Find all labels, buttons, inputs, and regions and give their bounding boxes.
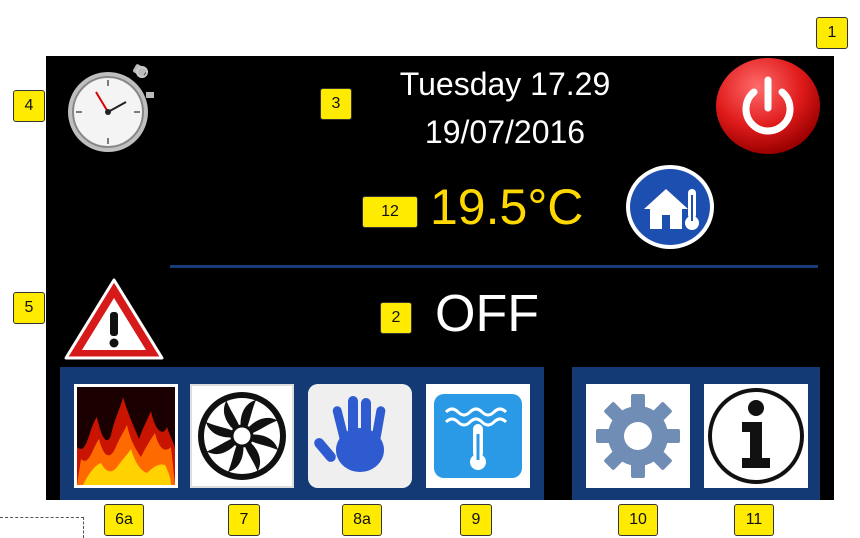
manual-mode-button[interactable]: [308, 384, 412, 488]
divider: [170, 265, 818, 268]
stopwatch-icon[interactable]: [62, 62, 162, 154]
room-temperature: 19.5°C: [430, 179, 584, 235]
gear-icon: [586, 384, 690, 488]
info-button[interactable]: [704, 384, 808, 488]
callout-info: 11: [734, 504, 774, 536]
info-icon: [704, 384, 808, 488]
callout-settings: 10: [618, 504, 658, 536]
callout-fan: 7: [228, 504, 260, 536]
callout-timer: 4: [13, 90, 45, 122]
fire-icon: [77, 387, 175, 485]
fan-icon: [192, 386, 292, 486]
warning-icon[interactable]: [62, 276, 166, 362]
callout-status: 2: [380, 302, 412, 334]
callout-temperature: 12: [362, 196, 418, 228]
power-button[interactable]: [714, 56, 822, 156]
callout-manual: 8a: [342, 504, 382, 536]
settings-button[interactable]: [586, 384, 690, 488]
page-corner-box: [0, 517, 84, 538]
water-thermometer-icon: [426, 384, 530, 488]
fan-mode-button[interactable]: [190, 384, 294, 488]
date-label: 19/07/2016: [424, 114, 586, 150]
house-thermometer-icon[interactable]: [624, 163, 716, 251]
status-text: OFF: [435, 285, 539, 343]
water-heating-button[interactable]: [426, 384, 530, 488]
callout-fire: 6a: [104, 504, 144, 536]
day-time-label: Tuesday 17.29: [399, 66, 611, 102]
callout-water: 9: [460, 504, 492, 536]
fire-mode-button[interactable]: [74, 384, 178, 488]
callout-power: 1: [816, 17, 848, 49]
hand-icon: [308, 384, 412, 488]
callout-alarm: 5: [13, 292, 45, 324]
